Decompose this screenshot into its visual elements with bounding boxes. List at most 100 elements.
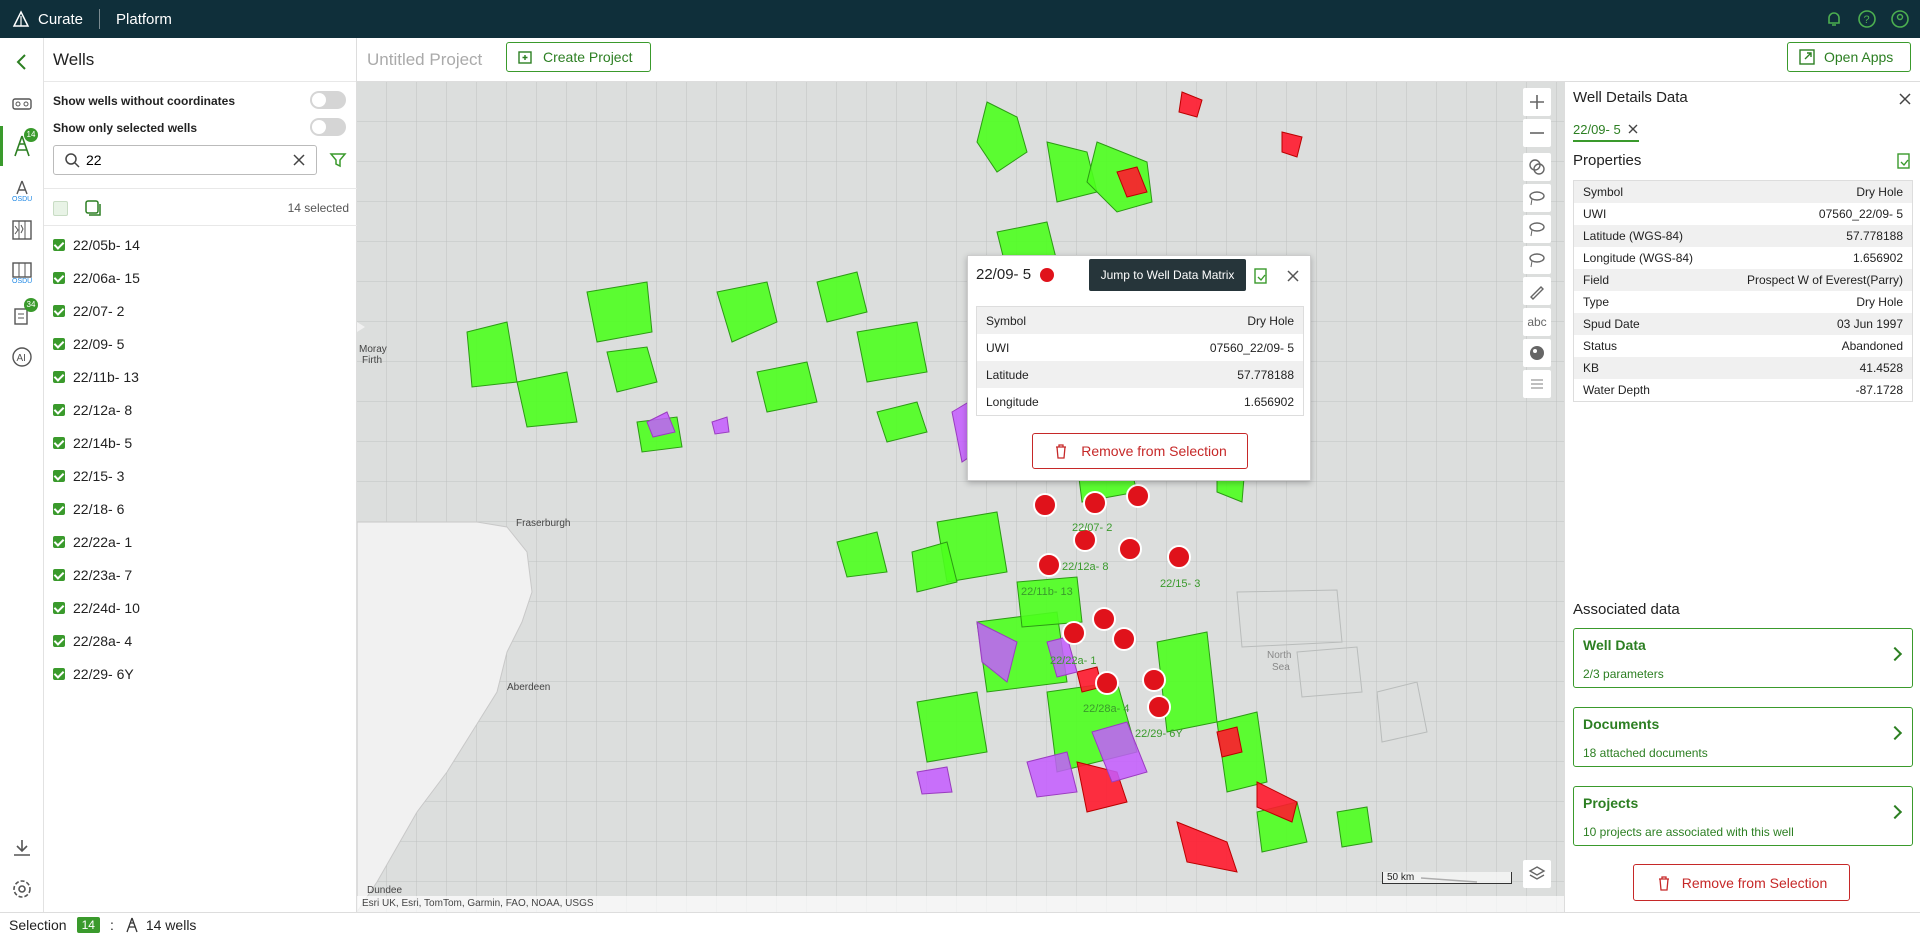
well-list-item[interactable]: 22/09- 5 — [44, 327, 357, 360]
property-key: Longitude — [986, 394, 1039, 409]
filter-icon[interactable] — [329, 151, 347, 169]
well-list-item[interactable]: 22/12a- 8 — [44, 393, 357, 426]
well-checkbox[interactable] — [53, 436, 65, 449]
lasso-icon — [1529, 191, 1545, 206]
popup-table: Symbol Dry Hole UWI 07560_22/09- 5 Latitude 5… — [976, 306, 1304, 416]
project-title[interactable]: Untitled Project — [367, 50, 482, 70]
well-name: 22/07- 2 — [73, 302, 125, 319]
measure-tool-button[interactable] — [1523, 277, 1551, 305]
search-input[interactable] — [86, 152, 286, 168]
close-popup-icon[interactable] — [1286, 269, 1300, 283]
property-row: Latitude (WGS-84) 57.778188 — [1574, 225, 1912, 247]
well-checkbox[interactable] — [53, 271, 65, 284]
well-label: 22/12a- 8 — [1062, 561, 1109, 573]
select-all-checkbox[interactable] — [53, 201, 68, 216]
zoom-out-button[interactable] — [1523, 119, 1551, 147]
well-list-item[interactable]: 22/22a- 1 — [44, 525, 357, 558]
lasso-remove-button[interactable] — [1523, 246, 1551, 274]
selection-label: Selection — [9, 917, 67, 933]
lasso-add-button[interactable] — [1523, 215, 1551, 243]
selection-wells-text[interactable]: 14 wells — [146, 917, 197, 933]
toggle-wells-without-coordinates[interactable] — [310, 91, 346, 109]
trash-icon — [1056, 444, 1067, 459]
well-list-item[interactable]: 22/24d- 10 — [44, 591, 357, 624]
well-checkbox[interactable] — [53, 568, 65, 581]
well-checkbox[interactable] — [53, 337, 65, 350]
toggle-only-selected-wells[interactable] — [310, 118, 346, 136]
user-icon[interactable] — [1890, 9, 1910, 29]
list-tool-button[interactable] — [1523, 370, 1551, 398]
property-key: Longitude (WGS-84) — [1583, 251, 1694, 265]
close-details-icon[interactable] — [1898, 92, 1912, 106]
download-icon[interactable] — [10, 836, 34, 860]
create-project-button[interactable]: Create Project — [506, 42, 651, 72]
map-view[interactable]: Moray Firth Fraserburgh Aberdeen Dundee … — [357, 82, 1564, 912]
assoc-projects[interactable]: Projects 10 projects are associated with… — [1573, 786, 1913, 846]
osdu-rig-icon[interactable]: OSDU — [10, 178, 34, 202]
jump-matrix-icon[interactable] — [1252, 267, 1270, 285]
export-properties-icon[interactable] — [1895, 152, 1913, 170]
cluster-tool-button[interactable] — [1523, 153, 1551, 181]
copy-selection-icon[interactable] — [84, 199, 102, 217]
basemap-tool-button[interactable] — [1523, 339, 1551, 367]
assoc-well-data[interactable]: Well Data 2/3 parameters — [1573, 628, 1913, 688]
well-checkbox[interactable] — [53, 634, 65, 647]
well-list-item[interactable]: 22/23a- 7 — [44, 558, 357, 591]
platform-link[interactable]: Platform — [116, 11, 172, 28]
well-list-item[interactable]: 22/15- 3 — [44, 459, 357, 492]
map-label-dundee: Dundee — [367, 885, 403, 896]
well-list-item[interactable]: 22/29- 6Y — [44, 657, 357, 690]
well-checkbox[interactable] — [53, 370, 65, 383]
open-apps-label: Open Apps — [1824, 49, 1894, 65]
ai-icon[interactable]: AI — [10, 345, 34, 369]
logs-icon[interactable] — [10, 218, 34, 242]
layers-button[interactable] — [1523, 860, 1551, 888]
well-rig-icon — [126, 917, 138, 933]
well-list: 22/05b- 14 22/06a- 15 22/07- 2 22/09- 5 22/1… — [44, 228, 357, 690]
bell-icon[interactable] — [1824, 9, 1844, 29]
well-list-item[interactable]: 22/05b- 14 — [44, 228, 357, 261]
lasso-tool-button[interactable] — [1523, 184, 1551, 212]
well-checkbox[interactable] — [53, 667, 65, 680]
map-label-aberdeen: Aberdeen — [507, 682, 551, 693]
well-list-item[interactable]: 22/11b- 13 — [44, 360, 357, 393]
property-key: Water Depth — [1583, 383, 1650, 397]
assoc-documents[interactable]: Documents 18 attached documents — [1573, 707, 1913, 767]
well-name: 22/22a- 1 — [73, 533, 133, 550]
well-chip[interactable]: 22/09- 5 — [1573, 118, 1639, 142]
chip-close-icon[interactable] — [1627, 123, 1639, 135]
rig-icon[interactable] — [10, 91, 34, 115]
well-list-item[interactable]: 22/07- 2 — [44, 294, 357, 327]
search-icon — [65, 153, 80, 168]
tooltip: Jump to Well Data Matrix — [1089, 259, 1246, 291]
property-value: 1.656902 — [1852, 251, 1903, 265]
help-icon[interactable]: ? — [1857, 9, 1877, 29]
scale-bar: 50 km — [1382, 872, 1512, 884]
label-tool-button[interactable]: abc — [1523, 308, 1551, 336]
lasso-remove-icon — [1529, 253, 1545, 268]
well-checkbox[interactable] — [53, 238, 65, 251]
settings-icon[interactable] — [10, 877, 34, 901]
well-checkbox[interactable] — [53, 403, 65, 416]
osdu-logs-icon[interactable]: OSDU — [10, 260, 34, 284]
well-checkbox[interactable] — [53, 304, 65, 317]
well-list-item[interactable]: 22/06a- 15 — [44, 261, 357, 294]
list-icon — [1531, 379, 1543, 389]
zoom-in-button[interactable] — [1523, 88, 1551, 116]
well-name: 22/05b- 14 — [73, 236, 140, 253]
property-value: 41.4528 — [1859, 361, 1903, 375]
details-remove-button[interactable]: Remove from Selection — [1633, 864, 1850, 901]
well-checkbox[interactable] — [53, 601, 65, 614]
well-list-item[interactable]: 22/28a- 4 — [44, 624, 357, 657]
well-checkbox[interactable] — [53, 535, 65, 548]
map-attribution: Esri UK, Esri, TomTom, Garmin, FAO, NOAA… — [357, 896, 1564, 912]
popup-remove-button[interactable]: Remove from Selection — [1032, 433, 1248, 469]
well-checkbox[interactable] — [53, 469, 65, 482]
back-arrow-icon[interactable] — [10, 50, 34, 74]
clear-search-icon[interactable] — [292, 153, 306, 167]
well-list-item[interactable]: 22/14b- 5 — [44, 426, 357, 459]
well-list-item[interactable]: 22/18- 6 — [44, 492, 357, 525]
well-checkbox[interactable] — [53, 502, 65, 515]
open-apps-button[interactable]: Open Apps — [1787, 42, 1911, 72]
property-value: Prospect W of Everest(Parry) — [1746, 273, 1903, 287]
